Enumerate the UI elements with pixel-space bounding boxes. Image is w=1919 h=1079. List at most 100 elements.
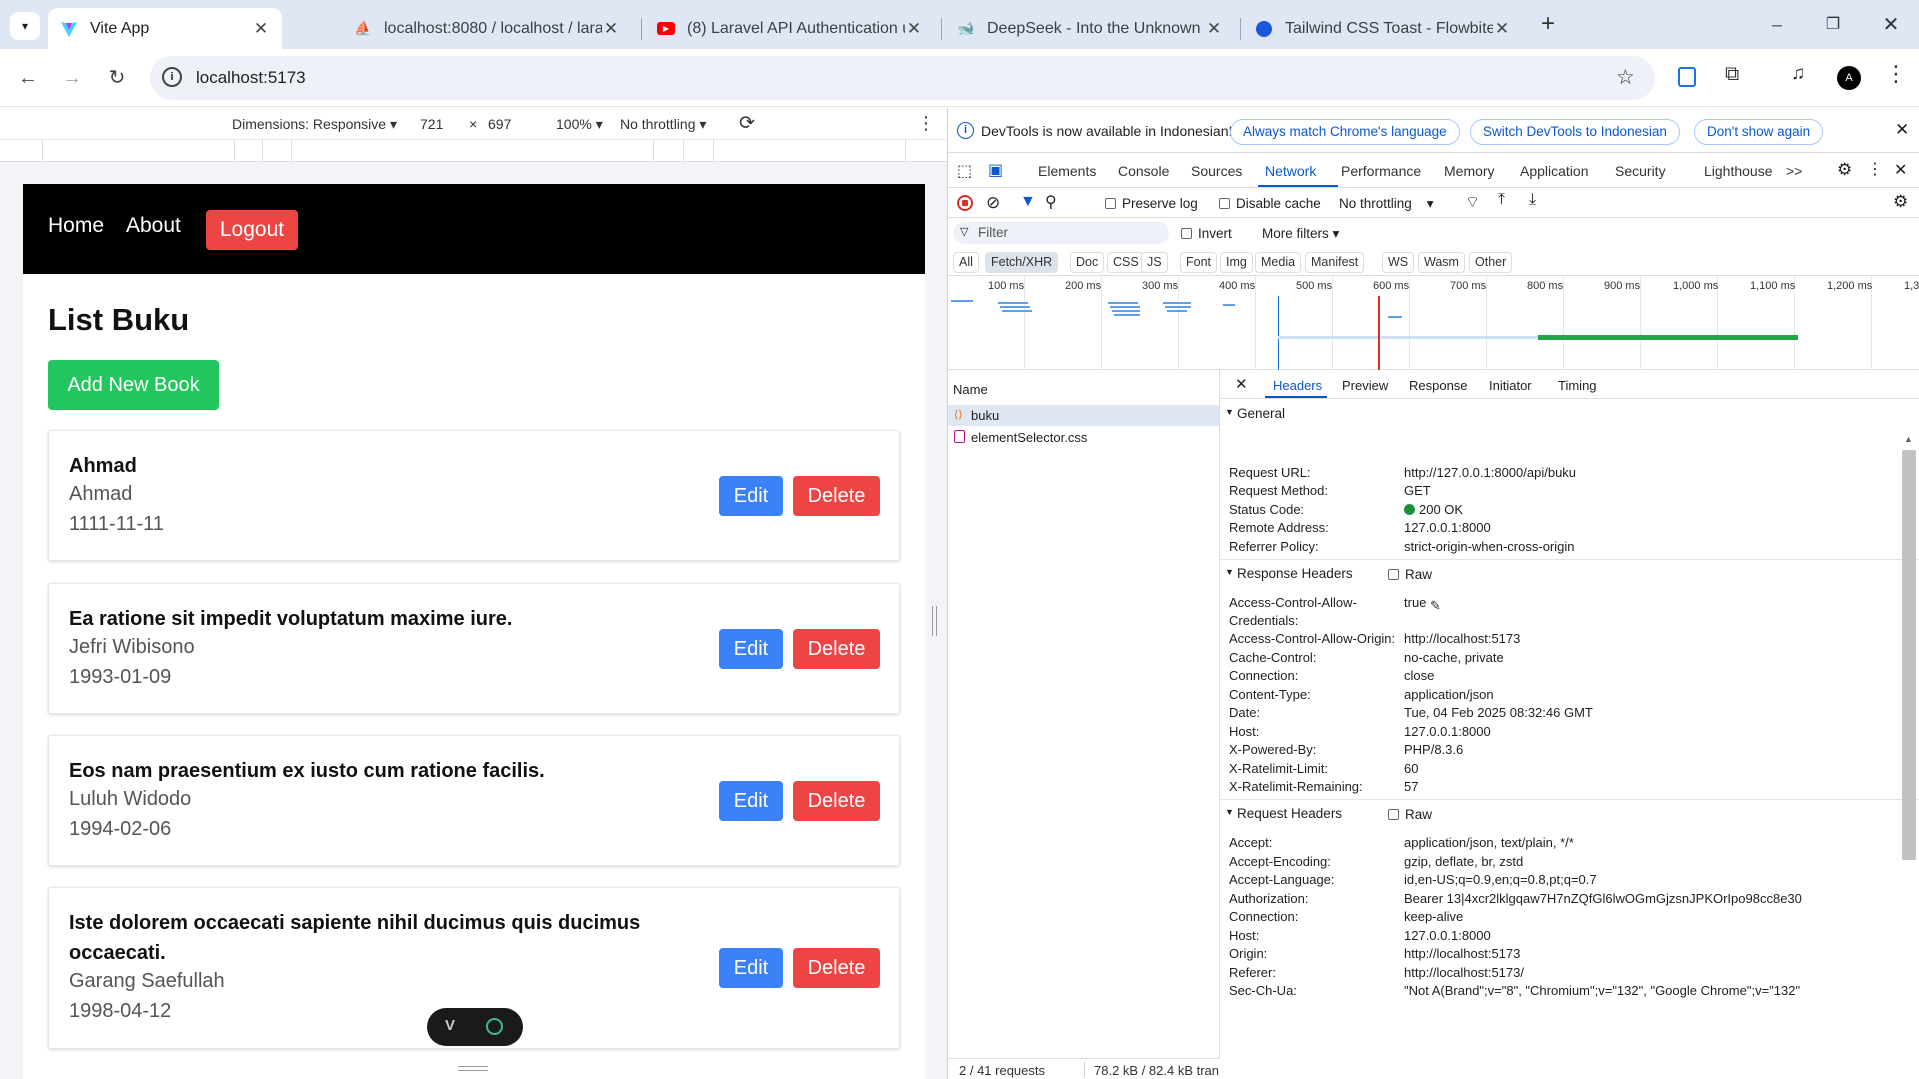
close-infobar-icon[interactable]: ✕ — [1895, 120, 1909, 140]
avatar[interactable]: A — [1837, 66, 1861, 90]
type-fetch-xhr[interactable]: Fetch/XHR — [985, 252, 1059, 273]
device-menu-icon[interactable]: ⋮ — [917, 113, 935, 134]
record-stop-icon[interactable] — [957, 195, 973, 211]
tab-deepseek[interactable]: 🐋 DeepSeek - Into the Unknown ✕ — [945, 8, 1235, 49]
tab-response[interactable]: Response — [1409, 378, 1468, 393]
bookmark-star-icon[interactable]: ☆ — [1616, 65, 1635, 90]
devtools-menu-icon[interactable]: ⋮ — [1867, 159, 1883, 179]
more-tabs-button[interactable]: >> — [1786, 163, 1802, 179]
tab-lighthouse[interactable]: Lighthouse — [1704, 163, 1773, 179]
url-text[interactable]: localhost:5173 — [196, 68, 306, 88]
delete-button[interactable]: Delete — [793, 781, 880, 821]
nav-home-link[interactable]: Home — [48, 214, 104, 238]
more-filters-select[interactable]: More filters ▾ — [1262, 226, 1339, 242]
tab-performance[interactable]: Performance — [1341, 163, 1421, 179]
vue-devtools-toggle[interactable]: V — [427, 1008, 523, 1046]
scroll-up-icon[interactable]: ▲ — [1904, 434, 1913, 444]
type-font[interactable]: Font — [1180, 252, 1218, 273]
tab-console[interactable]: Console — [1118, 163, 1169, 179]
chrome-menu-icon[interactable]: ⋮ — [1885, 61, 1907, 87]
close-tab-icon[interactable]: ✕ — [252, 19, 270, 39]
switch-language-button[interactable]: Switch DevTools to Indonesian — [1470, 119, 1680, 145]
filter-input[interactable]: ▽ Filter — [953, 222, 1169, 244]
close-tab-icon[interactable]: ✕ — [1205, 19, 1223, 39]
edit-button[interactable]: Edit — [719, 476, 783, 516]
disable-cache-checkbox[interactable]: Disable cache — [1219, 196, 1321, 211]
site-info-icon[interactable]: i — [162, 67, 182, 87]
tab-flowbite[interactable]: Tailwind CSS Toast - Flowbite ✕ — [1243, 8, 1523, 49]
match-language-button[interactable]: Always match Chrome's language — [1230, 119, 1460, 145]
type-css[interactable]: CSS — [1107, 252, 1145, 273]
detail-scrollbar[interactable] — [1902, 450, 1916, 860]
maximize-button[interactable]: ❐ — [1813, 10, 1853, 40]
throttle-select[interactable]: No throttling ▾ — [620, 116, 706, 133]
close-detail-icon[interactable]: ✕ — [1235, 375, 1248, 393]
forward-button[interactable]: → — [57, 63, 87, 93]
omnibox[interactable]: i localhost:5173 ☆ — [150, 56, 1655, 100]
type-media[interactable]: Media — [1255, 252, 1302, 273]
type-wasm[interactable]: Wasm — [1418, 252, 1465, 273]
network-overview-timeline[interactable]: 100 ms 200 ms 300 ms 400 ms 500 ms 600 m… — [948, 276, 1919, 370]
nav-about-link[interactable]: About — [126, 214, 181, 238]
tab-search-button[interactable]: ▾ — [10, 12, 40, 40]
tab-sources[interactable]: Sources — [1191, 163, 1242, 179]
tab-memory[interactable]: Memory — [1444, 163, 1495, 179]
extension-icon[interactable] — [1678, 67, 1696, 87]
new-tab-button[interactable]: + — [1541, 10, 1555, 38]
general-section-header[interactable]: ▼ General — [1221, 401, 1919, 427]
search-icon[interactable]: ⚲ — [1045, 192, 1057, 212]
dont-show-again-button[interactable]: Don't show again — [1694, 119, 1824, 145]
raw-checkbox[interactable]: Raw — [1388, 807, 1432, 822]
export-har-icon[interactable]: ⤓ — [1529, 191, 1536, 209]
type-all[interactable]: All — [953, 252, 979, 273]
tab-elements[interactable]: Elements — [1038, 163, 1096, 179]
type-ws[interactable]: WS — [1382, 252, 1415, 273]
invert-checkbox[interactable]: Invert — [1181, 226, 1232, 241]
edit-button[interactable]: Edit — [719, 781, 783, 821]
tab-youtube[interactable]: ▶ (8) Laravel API Authentication u ✕ — [645, 8, 935, 49]
back-button[interactable]: ← — [13, 63, 43, 93]
settings-gear-icon[interactable]: ⚙ — [1837, 160, 1852, 180]
close-window-button[interactable]: ✕ — [1871, 10, 1911, 40]
raw-checkbox[interactable]: Raw — [1388, 567, 1432, 582]
delete-button[interactable]: Delete — [793, 629, 880, 669]
throttling-select[interactable]: No throttling ▾ — [1339, 196, 1434, 212]
close-tab-icon[interactable]: ✕ — [1493, 19, 1511, 39]
minimize-button[interactable]: ─ — [1757, 10, 1797, 40]
tab-application[interactable]: Application — [1520, 163, 1589, 179]
logout-button[interactable]: Logout — [206, 210, 298, 250]
tab-headers[interactable]: Headers — [1273, 378, 1322, 393]
preserve-log-checkbox[interactable]: Preserve log — [1105, 196, 1198, 211]
clear-icon[interactable]: ⊘ — [986, 193, 1000, 213]
network-settings-icon[interactable]: ⚙ — [1893, 192, 1908, 212]
tab-preview[interactable]: Preview — [1342, 378, 1388, 393]
edit-button[interactable]: Edit — [719, 629, 783, 669]
request-row-elementselector[interactable]: elementSelector.css — [948, 426, 1219, 447]
type-doc[interactable]: Doc — [1070, 252, 1105, 273]
delete-button[interactable]: Delete — [793, 476, 880, 516]
resize-handle-bottom[interactable] — [458, 1066, 488, 1071]
tab-vite-app[interactable]: Vite App ✕ — [48, 8, 282, 49]
dimensions-select[interactable]: Dimensions: Responsive ▾ — [232, 116, 397, 133]
zoom-select[interactable]: 100% ▾ — [556, 116, 603, 133]
filter-funnel-icon[interactable]: ▼ — [1020, 193, 1036, 211]
type-manifest[interactable]: Manifest — [1305, 252, 1365, 273]
tab-network[interactable]: Network — [1265, 163, 1316, 179]
inspector-target-icon[interactable] — [486, 1018, 503, 1035]
element-picker-icon[interactable]: ⬚ — [957, 161, 972, 181]
rotate-icon[interactable]: ⟳ — [739, 112, 755, 135]
add-book-button[interactable]: Add New Book — [48, 360, 219, 410]
resize-handle-right[interactable] — [932, 606, 937, 636]
tab-timing[interactable]: Timing — [1558, 378, 1597, 393]
type-js[interactable]: JS — [1141, 252, 1168, 273]
edit-pencil-icon[interactable]: ✎ — [1430, 598, 1441, 614]
network-conditions-icon[interactable]: ⌔ — [1465, 192, 1480, 212]
tab-security[interactable]: Security — [1615, 163, 1666, 179]
tab-initiator[interactable]: Initiator — [1489, 378, 1532, 393]
puzzle-icon[interactable]: ⧉ — [1725, 63, 1739, 86]
response-headers-section-header[interactable]: ▼ Response Headers Raw — [1221, 559, 1919, 585]
device-toggle-icon[interactable]: ▣ — [988, 160, 1003, 180]
request-headers-section-header[interactable]: ▼ Request Headers Raw — [1221, 799, 1919, 825]
type-other[interactable]: Other — [1469, 252, 1513, 273]
reload-button[interactable]: ↻ — [102, 63, 132, 93]
